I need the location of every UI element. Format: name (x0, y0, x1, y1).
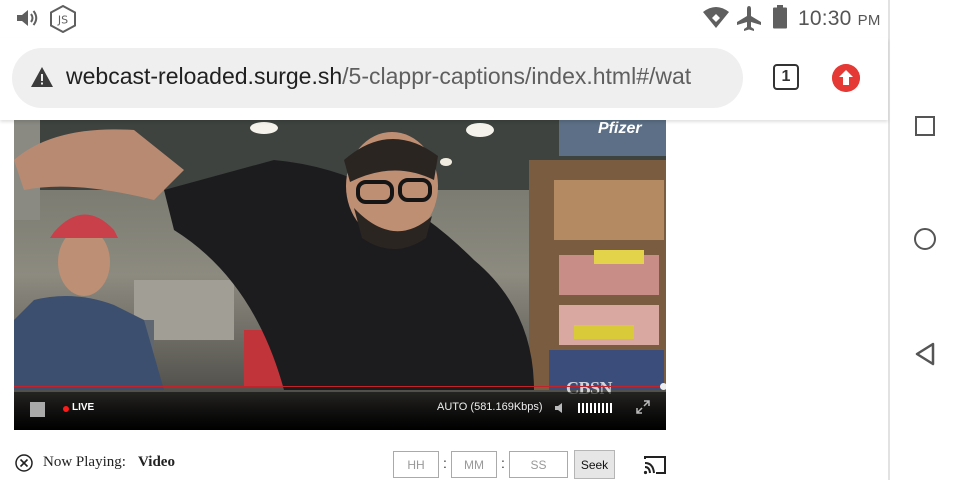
close-icon[interactable] (15, 454, 33, 472)
speaker-icon[interactable] (554, 401, 568, 415)
live-indicator-dot (63, 406, 69, 412)
home-circle-icon[interactable] (914, 228, 936, 250)
corner-logo: Pfizer (598, 120, 642, 137)
warning-icon[interactable] (30, 66, 54, 88)
seek-handle[interactable] (660, 383, 666, 390)
url-host: webcast-reloaded.surge.sh (66, 63, 343, 89)
fullscreen-icon[interactable] (636, 400, 650, 414)
back-triangle-icon[interactable] (914, 342, 936, 366)
update-arrow-icon[interactable] (832, 64, 860, 92)
hours-input[interactable] (393, 451, 439, 478)
airplane-mode-icon (737, 6, 761, 31)
js-node-icon: JS (50, 5, 76, 33)
system-nav-bar (888, 0, 960, 480)
tab-switcher-button[interactable]: 1 (773, 64, 799, 90)
now-playing-label: Now Playing: (43, 454, 126, 470)
status-bar: JS 10:30 PM (0, 0, 888, 38)
svg-text:JS: JS (57, 14, 68, 27)
playback-info-row: Now Playing: Video : : Seek (0, 440, 888, 480)
volume-slider[interactable] (578, 403, 614, 413)
url-text[interactable]: webcast-reloaded.surge.sh/5-clappr-capti… (66, 63, 691, 90)
stop-button[interactable] (30, 402, 45, 417)
wifi-icon (703, 7, 729, 28)
recents-square-icon[interactable] (915, 116, 935, 136)
seconds-input[interactable] (509, 451, 568, 478)
now-playing-value: Video (138, 454, 175, 470)
clock: 10:30 PM (798, 7, 881, 31)
url-bar[interactable]: webcast-reloaded.surge.sh/5-clappr-capti… (12, 48, 743, 108)
browser-toolbar: webcast-reloaded.surge.sh/5-clappr-capti… (0, 38, 888, 120)
seek-button[interactable]: Seek (574, 450, 615, 479)
url-path: /5-clappr-captions/index.html#/wat (342, 63, 692, 89)
time-separator: : (443, 455, 447, 471)
cast-icon[interactable] (643, 455, 667, 475)
player-controls: LIVE AUTO (581.169Kbps) (14, 392, 666, 430)
minutes-input[interactable] (451, 451, 497, 478)
quality-selector[interactable]: AUTO (581.169Kbps) (437, 401, 543, 413)
clock-time: 10:30 (798, 7, 852, 30)
battery-icon (773, 5, 787, 29)
live-label: LIVE (72, 402, 95, 413)
seek-bar[interactable] (14, 386, 666, 387)
clock-ampm: PM (857, 12, 881, 29)
volume-icon (17, 10, 38, 26)
video-player[interactable]: Pfizer CBSN LIVE AUTO (581.169Kbps) (14, 120, 666, 430)
time-separator: : (501, 455, 505, 471)
